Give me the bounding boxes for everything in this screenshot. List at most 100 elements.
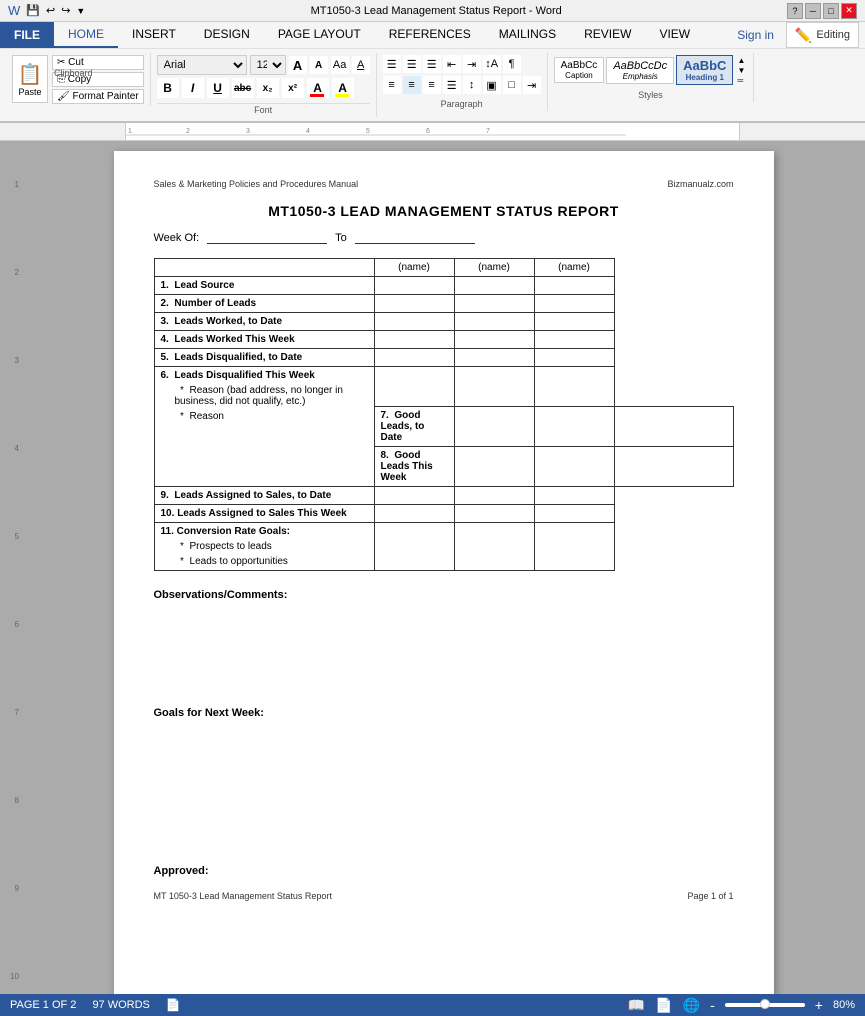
align-left-button[interactable]: ≡ bbox=[383, 76, 401, 94]
row-data-6-1[interactable] bbox=[374, 367, 454, 407]
observations-content[interactable] bbox=[154, 607, 734, 667]
italic-button[interactable]: I bbox=[182, 78, 204, 98]
row-data-11-2[interactable] bbox=[454, 523, 534, 571]
tab-page-layout[interactable]: PAGE LAYOUT bbox=[264, 22, 375, 48]
table-col-header-0 bbox=[154, 259, 374, 277]
font-case-button[interactable]: Aa bbox=[331, 56, 349, 74]
style-emphasis[interactable]: AaBbCcDc Emphasis bbox=[606, 57, 674, 84]
proofing-icon[interactable]: 📄 bbox=[166, 998, 181, 1012]
format-painter-button[interactable]: 🖌 Format Painter bbox=[52, 89, 144, 104]
row-data-4-2[interactable] bbox=[454, 331, 534, 349]
line-spacing-button[interactable]: ↕ bbox=[463, 76, 481, 94]
goals-content[interactable] bbox=[154, 725, 734, 785]
tab-home[interactable]: HOME bbox=[54, 22, 118, 48]
row-data-1-1[interactable] bbox=[374, 277, 454, 295]
row-data-8-2[interactable] bbox=[534, 447, 614, 487]
tab-insert[interactable]: INSERT bbox=[118, 22, 190, 48]
row-data-2-3[interactable] bbox=[534, 295, 614, 313]
maximize-btn[interactable]: □ bbox=[823, 3, 839, 19]
numbered-list-button[interactable]: ☰ bbox=[403, 55, 421, 73]
row-data-11-1[interactable] bbox=[374, 523, 454, 571]
indent-decrease-button[interactable]: ⇤ bbox=[443, 55, 461, 73]
strikethrough-button[interactable]: abc bbox=[232, 78, 254, 98]
row-data-7-1[interactable] bbox=[454, 407, 534, 447]
indent-icon[interactable]: ⇥ bbox=[523, 76, 541, 94]
border-button[interactable]: □ bbox=[503, 76, 521, 94]
highlight-button[interactable]: A bbox=[332, 78, 354, 98]
help-btn[interactable]: ? bbox=[787, 3, 803, 19]
window-title: MT1050-3 Lead Management Status Report -… bbox=[311, 5, 562, 17]
row-data-3-2[interactable] bbox=[454, 313, 534, 331]
style-caption[interactable]: AaBbCc Caption bbox=[554, 57, 605, 83]
font-size-select[interactable]: 12 bbox=[250, 55, 286, 75]
show-hide-button[interactable]: ¶ bbox=[503, 55, 521, 73]
quick-undo-icon[interactable]: ↩ bbox=[46, 4, 55, 17]
row-data-1-3[interactable] bbox=[534, 277, 614, 295]
row-data-11-3[interactable] bbox=[534, 523, 614, 571]
row-data-4-1[interactable] bbox=[374, 331, 454, 349]
align-center-button[interactable]: ≡ bbox=[403, 76, 421, 94]
indent-increase-button[interactable]: ⇥ bbox=[463, 55, 481, 73]
font-color-button[interactable]: A bbox=[307, 78, 329, 98]
row-data-10-3[interactable] bbox=[534, 505, 614, 523]
close-btn[interactable]: ✕ bbox=[841, 3, 857, 19]
sign-in-link[interactable]: Sign in bbox=[725, 22, 786, 48]
row-data-8-3[interactable] bbox=[614, 447, 733, 487]
row-data-2-2[interactable] bbox=[454, 295, 534, 313]
file-tab[interactable]: FILE bbox=[0, 22, 54, 48]
zoom-plus-button[interactable]: + bbox=[815, 997, 823, 1013]
zoom-slider[interactable] bbox=[725, 1003, 805, 1007]
tab-review[interactable]: REVIEW bbox=[570, 22, 645, 48]
tab-design[interactable]: DESIGN bbox=[190, 22, 264, 48]
word-count: 97 WORDS bbox=[92, 999, 149, 1011]
row-data-9-3[interactable] bbox=[534, 487, 614, 505]
row-data-4-3[interactable] bbox=[534, 331, 614, 349]
font-grow-button[interactable]: A bbox=[289, 56, 307, 74]
row-data-7-2[interactable] bbox=[534, 407, 614, 447]
subscript-button[interactable]: x₂ bbox=[257, 78, 279, 98]
row-data-3-3[interactable] bbox=[534, 313, 614, 331]
view-read-icon[interactable]: 📖 bbox=[628, 997, 645, 1014]
underline-button[interactable]: U bbox=[207, 78, 229, 98]
row-data-7-3[interactable] bbox=[614, 407, 733, 447]
row-data-10-1[interactable] bbox=[374, 505, 454, 523]
bullet-list-button[interactable]: ☰ bbox=[383, 55, 401, 73]
row-data-9-1[interactable] bbox=[374, 487, 454, 505]
clear-formatting-button[interactable]: A bbox=[352, 56, 370, 74]
tab-mailings[interactable]: MAILINGS bbox=[485, 22, 570, 48]
font-shrink-button[interactable]: A bbox=[310, 56, 328, 74]
row-data-8-1[interactable] bbox=[454, 447, 534, 487]
tab-references[interactable]: REFERENCES bbox=[375, 22, 485, 48]
row-data-6-2[interactable] bbox=[454, 367, 534, 407]
row-data-5-2[interactable] bbox=[454, 349, 534, 367]
tab-view[interactable]: VIEW bbox=[645, 22, 704, 48]
row-data-5-1[interactable] bbox=[374, 349, 454, 367]
row-data-5-3[interactable] bbox=[534, 349, 614, 367]
superscript-button[interactable]: x² bbox=[282, 78, 304, 98]
row-data-1-2[interactable] bbox=[454, 277, 534, 295]
quick-save-icon[interactable]: 💾 bbox=[26, 4, 40, 17]
style-heading1[interactable]: AaBbC Heading 1 bbox=[676, 55, 733, 85]
multilevel-list-button[interactable]: ☰ bbox=[423, 55, 441, 73]
row-data-2-1[interactable] bbox=[374, 295, 454, 313]
document-scroll-area[interactable]: Sales & Marketing Policies and Procedure… bbox=[22, 141, 865, 994]
align-right-button[interactable]: ≡ bbox=[423, 76, 441, 94]
shading-button[interactable]: ▣ bbox=[483, 76, 501, 94]
view-print-icon[interactable]: 📄 bbox=[655, 997, 672, 1014]
row-data-9-2[interactable] bbox=[454, 487, 534, 505]
styles-gallery-more[interactable]: ▲▼═ bbox=[735, 56, 747, 85]
paste-button[interactable]: 📋 Paste bbox=[12, 55, 48, 103]
view-web-icon[interactable]: 🌐 bbox=[683, 997, 700, 1014]
font-name-select[interactable]: Arial bbox=[157, 55, 247, 75]
row-data-10-2[interactable] bbox=[454, 505, 534, 523]
quick-access-more[interactable]: ▼ bbox=[76, 6, 85, 16]
row-data-6-3[interactable] bbox=[534, 367, 614, 407]
zoom-minus-button[interactable]: - bbox=[710, 997, 715, 1013]
justify-button[interactable]: ☰ bbox=[443, 76, 461, 94]
status-right: 📖 📄 🌐 - + 80% bbox=[628, 997, 855, 1014]
quick-redo-icon[interactable]: ↪ bbox=[61, 4, 70, 17]
minimize-btn[interactable]: ─ bbox=[805, 3, 821, 19]
bold-button[interactable]: B bbox=[157, 78, 179, 98]
sort-button[interactable]: ↕A bbox=[483, 55, 501, 73]
row-data-3-1[interactable] bbox=[374, 313, 454, 331]
